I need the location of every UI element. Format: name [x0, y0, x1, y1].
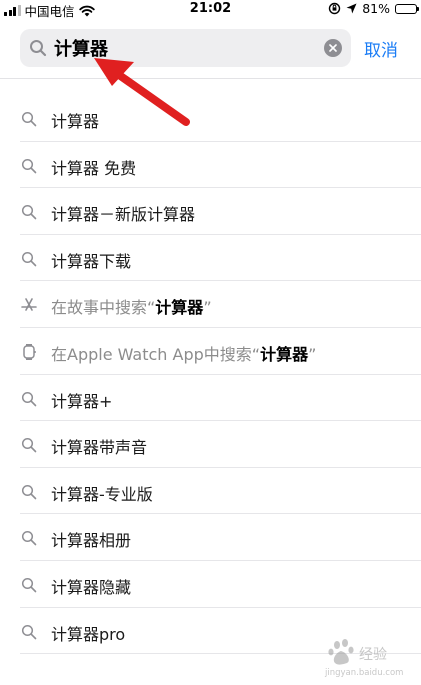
suggestion-highlight: 计算器	[155, 298, 204, 318]
suggestion-label: 计算器 免费	[51, 158, 137, 178]
suggestion-item[interactable]: 计算器相册	[0, 514, 421, 561]
search-icon	[30, 40, 47, 57]
baidu-jingyan-watermark: 经验 jingyan.baidu.com	[324, 639, 403, 678]
status-right: 81%	[328, 1, 419, 16]
red-arrow-annotation	[94, 58, 190, 126]
suggestion-label: 计算器下载	[51, 251, 132, 271]
suggestion-suffix: ”	[308, 344, 317, 364]
suggestion-suffix: ”	[203, 298, 212, 318]
cancel-button[interactable]: 取消	[364, 36, 398, 61]
search-suggestions-list: 计算器 计算器 免费 计算器－新版计算器 计算器下载 在故事中搜索“计算器” 在…	[0, 95, 421, 654]
svg-text:经验: 经验	[359, 647, 387, 663]
suggestion-highlight: 计算器	[260, 344, 309, 364]
suggestion-item-search-watch-app[interactable]: 在Apple Watch App中搜索“计算器”	[0, 328, 421, 375]
search-icon	[20, 157, 38, 175]
location-arrow-icon	[346, 3, 357, 14]
close-icon	[329, 44, 337, 52]
suggestion-item[interactable]: 计算器下载	[0, 235, 421, 282]
search-icon	[20, 203, 38, 221]
suggestion-item[interactable]: 计算器－新版计算器	[0, 188, 421, 235]
suggestion-label: 在故事中搜索“计算器”	[51, 294, 212, 318]
search-icon	[20, 529, 38, 547]
suggestion-item[interactable]: 计算器+	[0, 375, 421, 422]
search-icon	[20, 110, 38, 128]
battery-percent: 81%	[362, 1, 390, 16]
suggestion-item-search-stories[interactable]: 在故事中搜索“计算器”	[0, 281, 421, 328]
search-header: 取消	[0, 20, 421, 79]
app-store-icon	[20, 296, 38, 314]
search-icon	[20, 250, 38, 268]
orientation-lock-icon	[329, 2, 341, 15]
suggestion-label: 计算器+	[51, 391, 113, 411]
suggestion-item[interactable]: 计算器	[0, 95, 421, 142]
suggestion-label: 计算器pro	[51, 624, 126, 644]
suggestion-label: 计算器带声音	[51, 438, 148, 458]
suggestion-label: 计算器隐藏	[51, 577, 132, 597]
search-icon	[20, 623, 38, 641]
search-icon	[20, 390, 38, 408]
suggestion-label: 计算器-专业版	[51, 484, 153, 504]
status-bar: 中国电信 21:02 81%	[0, 0, 421, 20]
suggestion-item[interactable]: 计算器带声音	[0, 421, 421, 468]
search-icon	[20, 576, 38, 594]
suggestion-item[interactable]: 计算器隐藏	[0, 561, 421, 608]
suggestion-label: 计算器相册	[51, 531, 132, 551]
suggestion-item[interactable]: 计算器 免费	[0, 142, 421, 189]
suggestion-item[interactable]: 计算器-专业版	[0, 468, 421, 515]
search-icon	[20, 436, 38, 454]
suggestion-label: 计算器－新版计算器	[51, 205, 196, 225]
suggestion-label: 在Apple Watch App中搜索“计算器”	[51, 341, 316, 365]
svg-text:jingyan.baidu.com: jingyan.baidu.com	[324, 668, 403, 678]
clear-search-button[interactable]	[324, 39, 342, 57]
suggestion-prefix: 在故事中搜索“	[51, 298, 156, 318]
suggestion-prefix: 在Apple Watch App中搜索“	[51, 344, 261, 364]
apple-watch-icon	[20, 343, 38, 361]
search-icon	[20, 483, 38, 501]
battery-icon	[395, 3, 419, 14]
